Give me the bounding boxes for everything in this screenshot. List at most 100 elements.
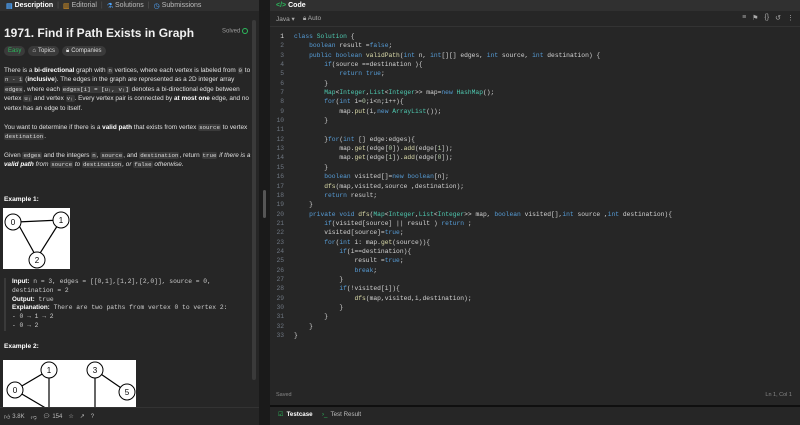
code-line[interactable]: 6 } <box>270 79 800 88</box>
share-button[interactable]: ↗ <box>80 413 85 420</box>
code-line[interactable]: 29 dfs(map,visited,i,destination); <box>270 294 800 303</box>
code-line[interactable]: 23 for(int i: map.get(source)){ <box>270 238 800 247</box>
description-scrollbar[interactable] <box>252 20 256 380</box>
code-line[interactable]: 15 } <box>270 163 800 172</box>
code-line[interactable]: 18 return result; <box>270 191 800 200</box>
language-select[interactable]: Java ▾ <box>276 15 295 23</box>
code-line[interactable]: 2 boolean result =false; <box>270 41 800 50</box>
line-number: 9 <box>280 107 284 115</box>
code-line[interactable]: 14 map.get(edge[1]).add(edge[0]); <box>270 153 800 162</box>
tab-description[interactable]: ▤ Description <box>2 0 57 11</box>
companies-button[interactable]: 🔒︎ Companies <box>61 46 106 56</box>
code-line[interactable]: 22 visited[source]=true; <box>270 228 800 237</box>
code-line[interactable]: 11 <box>270 125 800 134</box>
line-text: map.get(edge[0]).add(edge[1]); <box>294 145 453 153</box>
splitter-grip[interactable] <box>263 190 266 218</box>
inline-code: uᵢ <box>23 95 33 103</box>
line-text: for(int i: map.get(source)){ <box>324 238 431 246</box>
line-number: 26 <box>276 266 284 274</box>
text: . Every vertex pair is connected by <box>74 95 174 103</box>
code-line[interactable]: 5 return true; <box>270 69 800 78</box>
difficulty-badge[interactable]: Easy <box>4 46 26 56</box>
label: Output: <box>12 295 35 303</box>
line-number: 6 <box>280 79 284 87</box>
favorite-button[interactable]: ☆ <box>68 413 73 420</box>
code-editor[interactable]: 1 class Solution {2 boolean result =false… <box>270 32 800 382</box>
text: to <box>243 67 251 74</box>
tab-code[interactable]: </> Code <box>272 0 310 11</box>
braces-icon[interactable]: {} <box>764 14 769 22</box>
code-line[interactable]: 8 for(int i=0;i<n;i++){ <box>270 97 800 106</box>
tab-testcase[interactable]: ☑ Testcase <box>278 411 313 418</box>
check-box-icon: ☑ <box>278 411 284 418</box>
text: to vertex <box>220 124 248 131</box>
text: to <box>73 161 82 169</box>
code-line[interactable]: 13 map.get(edge[0]).add(edge[1]); <box>270 144 800 153</box>
code-line[interactable]: 16 boolean visited[]=new boolean[n]; <box>270 172 800 181</box>
tab-test-result[interactable]: ›_ Test Result <box>322 411 361 418</box>
comments-button[interactable]: 💬︎ 154 <box>43 413 63 421</box>
line-text: break; <box>354 266 378 274</box>
tab-label: Code <box>288 2 306 9</box>
code-line[interactable]: 28 if(!visited[i]){ <box>270 284 800 293</box>
code-line[interactable]: 32 } <box>270 322 800 331</box>
tab-label: Submissions <box>161 2 202 9</box>
explanation-line: - 0 → 1 → 2 <box>12 313 54 321</box>
tab-label: Editorial <box>71 2 97 9</box>
line-number: 24 <box>276 247 284 255</box>
text: graph with <box>74 67 108 74</box>
code-line[interactable]: 26 break; <box>270 266 800 275</box>
line-number: 7 <box>280 89 284 97</box>
code-line[interactable]: 10 } <box>270 116 800 125</box>
code-line[interactable]: 4 if(source ==destination ){ <box>270 60 800 69</box>
code-line[interactable]: 20 private void dfs(Map<Integer,List<Int… <box>270 210 800 219</box>
text: if there is a <box>217 152 251 159</box>
reset-icon[interactable]: ↺ <box>775 14 781 22</box>
code-line[interactable]: 17 dfs(map,visited,source ,destination); <box>270 182 800 191</box>
code-line[interactable]: 3 public boolean validPath(int n, int[][… <box>270 51 800 60</box>
line-text: boolean visited[]=new boolean[n]; <box>324 173 449 181</box>
code-line[interactable]: 1 class Solution { <box>270 32 800 41</box>
code-line[interactable]: 19 } <box>270 200 800 209</box>
dislike-button[interactable]: 👎︎ <box>31 413 37 421</box>
line-text: for(int i=0;i<n;i++){ <box>324 98 404 106</box>
help-button[interactable]: ? <box>91 414 94 420</box>
clock-icon: ◷ <box>153 2 160 10</box>
inline-code: destination <box>139 152 180 159</box>
tab-editorial[interactable]: ▥ Editorial <box>59 0 101 11</box>
code-line[interactable]: 33} <box>270 331 800 340</box>
code-line[interactable]: 12 }for(int [] edge:edges){ <box>270 135 800 144</box>
description-paragraph-1: There is a bi-directional graph with n v… <box>4 66 254 113</box>
code-line[interactable]: 21 if(visited[source] || result ) return… <box>270 219 800 228</box>
tab-solutions[interactable]: ⚗ Solutions <box>103 0 148 11</box>
code-line[interactable]: 24 if(i==destination){ <box>270 247 800 256</box>
code-line[interactable]: 31 } <box>270 312 800 321</box>
code-line[interactable]: 27 } <box>270 275 800 284</box>
example-2-title: Example 2: <box>4 343 39 350</box>
text-bold: inclusive <box>27 76 55 84</box>
code-line[interactable]: 7 Map<Integer,List<Integer>> map=new Has… <box>270 88 800 97</box>
notes-icon[interactable]: ≡ <box>742 14 746 22</box>
code-line[interactable]: 30 } <box>270 303 800 312</box>
example-1-graph: 0 1 2 <box>3 208 70 269</box>
tab-submissions[interactable]: ◷ Submissions <box>150 0 206 11</box>
value: true <box>34 295 54 303</box>
panel-splitter[interactable] <box>259 0 270 425</box>
line-text: if(source ==destination ){ <box>324 61 423 69</box>
code-line[interactable]: 25 result =true; <box>270 256 800 265</box>
help-icon: ? <box>90 413 95 420</box>
autocomplete-toggle[interactable]: 🔒︎ Auto <box>303 15 321 23</box>
line-text: } <box>294 322 313 330</box>
line-number: 17 <box>276 182 284 190</box>
code-line[interactable]: 9 map.put(i,new ArrayList()); <box>270 107 800 116</box>
text: and vertex <box>32 95 66 103</box>
line-number: 31 <box>276 313 284 321</box>
bookmark-icon[interactable]: ⚑ <box>752 14 758 22</box>
text: You want to determine if there is a <box>4 124 103 131</box>
text: , or <box>122 161 134 169</box>
settings-icon[interactable]: ⋮ <box>787 14 794 22</box>
example-explanation: Explanation: There are two paths from ve… <box>12 304 256 313</box>
topics-label: Topics <box>37 48 55 54</box>
like-button[interactable]: 👍︎ 3.8K <box>4 413 25 421</box>
topics-button[interactable]: ⌂ Topics <box>28 46 59 56</box>
